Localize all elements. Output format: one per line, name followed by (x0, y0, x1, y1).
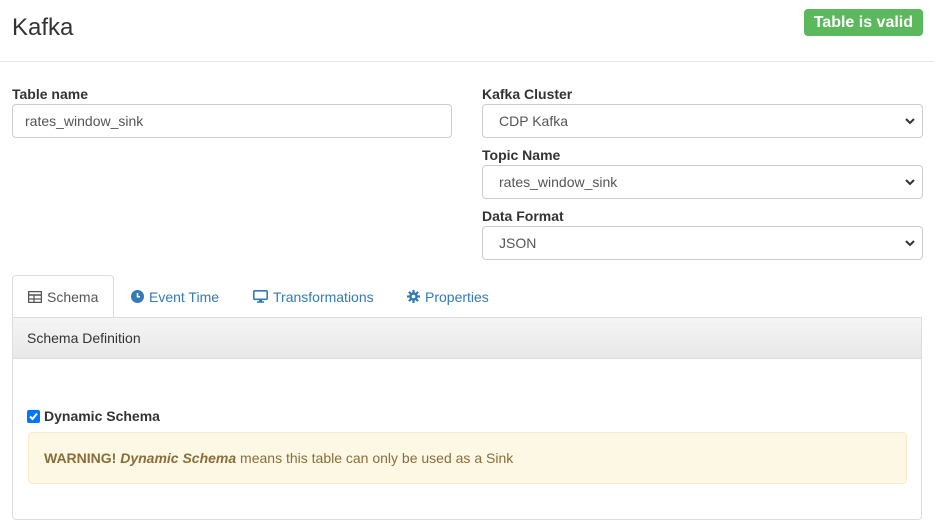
page-title: Kafka (12, 14, 74, 41)
kafka-cluster-value: CDP Kafka (499, 113, 568, 129)
table-name-label: Table name (12, 86, 88, 102)
checkmark-icon (29, 412, 38, 420)
warning-text: means this table can only be used as a S… (236, 450, 514, 466)
tab-bar: Schema Event Time Transformations Proper… (12, 275, 922, 319)
tab-schema[interactable]: Schema (12, 275, 115, 319)
tab-properties[interactable]: Properties (392, 275, 504, 318)
schema-definition-heading: Schema Definition (13, 317, 921, 359)
kafka-cluster-label: Kafka Cluster (482, 86, 573, 102)
tab-schema-label: Schema (47, 289, 99, 305)
tab-properties-label: Properties (425, 288, 489, 305)
schema-panel: Schema Definition Dynamic Schema WARNING… (12, 317, 922, 520)
topic-name-label: Topic Name (482, 147, 561, 163)
gear-icon (407, 290, 420, 303)
chevron-down-icon (905, 118, 915, 125)
status-badge: Table is valid (803, 9, 923, 36)
chevron-down-icon (905, 240, 915, 247)
tab-event-time[interactable]: Event Time (116, 275, 234, 318)
dynamic-schema-label: Dynamic Schema (44, 408, 160, 424)
table-name-input[interactable]: rates_window_sink (12, 104, 452, 138)
table-icon (28, 291, 42, 303)
data-format-select[interactable]: JSON (482, 226, 923, 260)
warning-emphasis: Dynamic Schema (120, 450, 237, 466)
tab-transformations-label: Transformations (273, 288, 374, 305)
kafka-cluster-select[interactable]: CDP Kafka (482, 104, 923, 138)
data-format-label: Data Format (482, 208, 564, 224)
dynamic-schema-checkbox-row[interactable]: Dynamic Schema (27, 408, 160, 424)
data-format-value: JSON (499, 235, 537, 251)
topic-name-select[interactable]: rates_window_sink (482, 165, 923, 199)
dynamic-schema-checkbox[interactable] (27, 409, 40, 423)
tab-event-time-label: Event Time (149, 288, 220, 305)
tab-transformations[interactable]: Transformations (238, 275, 389, 318)
warning-prefix: WARNING! (44, 450, 117, 466)
page-header: Kafka Table is valid (0, 0, 934, 62)
monitor-icon (253, 290, 268, 303)
clock-icon (131, 290, 144, 303)
topic-name-value: rates_window_sink (499, 174, 618, 190)
chevron-down-icon (905, 179, 915, 186)
warning-alert: WARNING! Dynamic Schema means this table… (28, 432, 907, 484)
